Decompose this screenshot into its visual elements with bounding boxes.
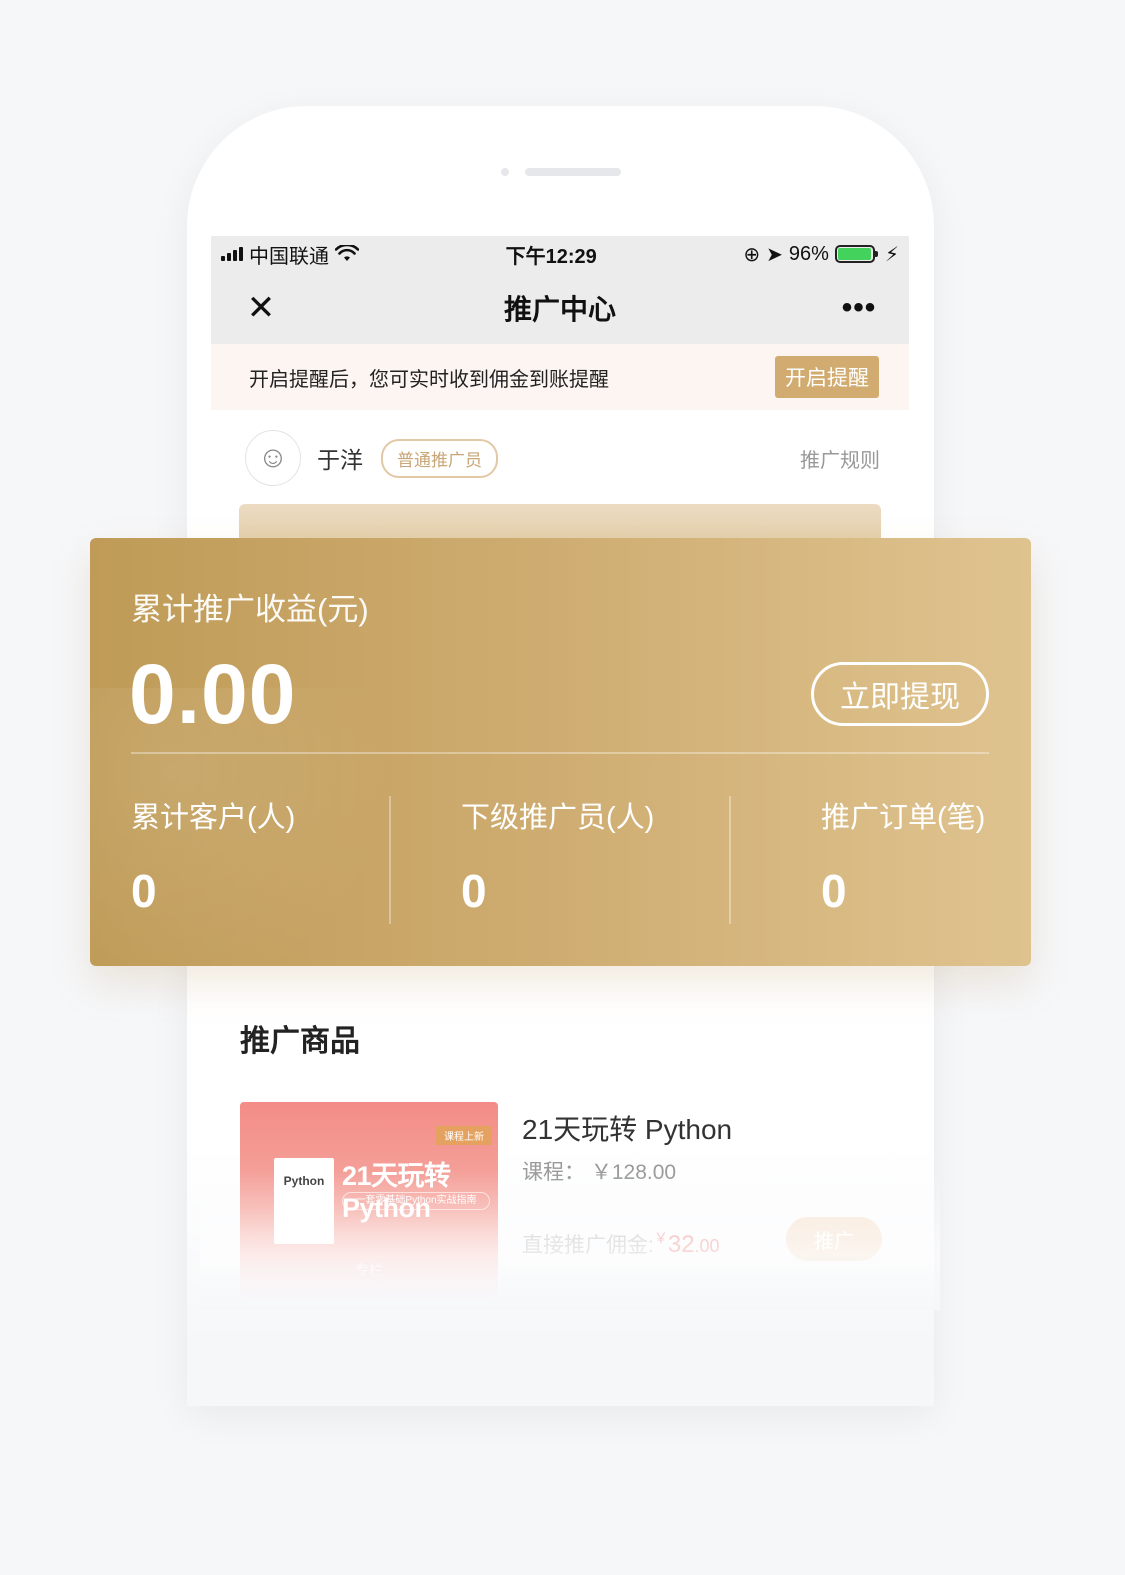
product-commission: 直接推广佣金:￥32.00 <box>522 1228 720 1259</box>
product-name: 21天玩转 Python <box>522 1114 733 1145</box>
notice-text: 开启提醒后，您可实时收到佣金到账提醒 <box>249 368 609 391</box>
status-bar: 中国联通 下午12:29 ⊕ ➤ 96% ⚡ <box>211 236 909 272</box>
wifi-icon <box>335 245 359 261</box>
withdraw-button[interactable]: 立即提现 <box>811 662 989 726</box>
location-icon: ➤ <box>766 243 783 266</box>
close-icon[interactable]: ✕ <box>241 291 281 325</box>
commission-value: ￥32.00 <box>653 1230 720 1258</box>
section-title: 推广商品 <box>240 1025 360 1058</box>
notice-banner: 开启提醒后，您可实时收到佣金到账提醒 开启提醒 <box>211 344 909 410</box>
stat-label: 推广订单(笔) <box>821 802 986 834</box>
battery-fill <box>837 248 871 260</box>
user-name: 于洋 <box>317 447 363 473</box>
thumb-title: 21天玩转Python <box>342 1161 451 1223</box>
camera-dot <box>501 168 509 176</box>
page-title: 推广中心 <box>503 294 616 325</box>
stat-label: 累计客户(人) <box>131 802 296 834</box>
thumb-tag: 专栏 <box>355 1262 383 1278</box>
stat-divider <box>389 796 391 924</box>
product-price: 课程： ￥128.00 <box>522 1161 677 1184</box>
stat-value: 0 <box>131 865 157 917</box>
carrier-label: 中国联通 <box>249 245 329 268</box>
currency-symbol: ￥ <box>653 1230 668 1246</box>
commission-int: 32 <box>667 1231 695 1258</box>
stat-orders[interactable]: 推广订单(笔) 0 <box>821 794 985 918</box>
user-level-badge: 普通推广员 <box>381 438 498 478</box>
stat-divider <box>729 796 731 924</box>
thumb-badge: 课程上新 <box>436 1126 492 1145</box>
card-backdrop <box>239 504 881 538</box>
earnings-amount: 0.00 <box>129 647 297 741</box>
commission-decimal: .00 <box>694 1236 720 1256</box>
earnings-label: 累计推广收益(元) <box>131 592 369 627</box>
stat-value: 0 <box>461 865 487 917</box>
battery-icon <box>834 245 878 263</box>
promotion-rules-link[interactable]: 推广规则 <box>800 444 880 473</box>
charging-icon: ⚡ <box>884 243 899 266</box>
screen: 中国联通 下午12:29 ⊕ ➤ 96% ⚡ ✕ 推广中心 ••• 开启提醒后，… <box>211 236 909 506</box>
stat-sub-promoters[interactable]: 下级推广员(人) 0 <box>461 794 654 918</box>
product-thumbnail[interactable]: 课程上新 Python 21天玩转Python 一套零基础Python实战指南 … <box>240 1102 498 1298</box>
speaker-bar <box>525 168 621 176</box>
product-item[interactable]: 课程上新 Python 21天玩转Python 一套零基础Python实战指南 … <box>240 1102 882 1302</box>
stat-customers[interactable]: 累计客户(人) 0 <box>131 794 295 918</box>
more-icon[interactable]: ••• <box>839 293 879 323</box>
stat-value: 0 <box>821 865 847 917</box>
thumb-subtitle: 一套零基础Python实战指南 <box>342 1192 490 1210</box>
promote-button[interactable]: 推广 <box>786 1217 882 1261</box>
enable-reminder-button[interactable]: 开启提醒 <box>775 356 879 398</box>
rotation-lock-icon: ⊕ <box>743 243 761 266</box>
stat-label: 下级推广员(人) <box>461 802 655 834</box>
avatar[interactable]: ☺ <box>245 430 301 486</box>
battery-percent: 96% <box>788 242 829 265</box>
earnings-card: 累计推广收益(元) 0.00 立即提现 累计客户(人) 0 下级推广员(人) 0… <box>90 538 1031 966</box>
card-divider <box>131 752 989 754</box>
book-cover-icon: Python <box>274 1158 334 1244</box>
status-time: 下午12:29 <box>505 245 597 268</box>
signal-icon <box>221 247 243 261</box>
commission-label: 直接推广佣金: <box>522 1234 654 1257</box>
user-row: ☺ 于洋 普通推广员 推广规则 <box>211 410 909 506</box>
nav-bar: ✕ 推广中心 ••• <box>211 272 909 344</box>
